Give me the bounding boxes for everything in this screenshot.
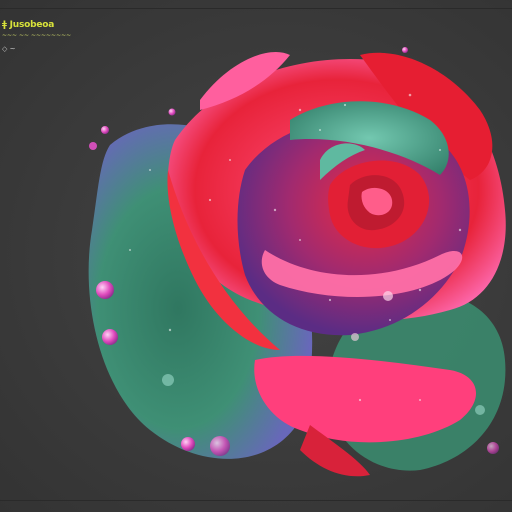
droplet (101, 126, 109, 134)
rose-image (88, 47, 506, 477)
overlay-icons: ◇ ~ (2, 45, 16, 53)
droplet (89, 142, 97, 150)
droplet (162, 374, 174, 386)
image-viewport: ǂ Jusobeoa ~~~ ~~ ~~~~~~~~ ◇ ~ (0, 0, 512, 512)
overlay-subtitle: ~~~ ~~ ~~~~~~~~ (2, 32, 72, 39)
droplet (383, 291, 393, 301)
droplet (96, 281, 114, 299)
droplet (181, 437, 195, 451)
droplet (168, 108, 176, 116)
droplet (402, 47, 408, 53)
droplet (487, 442, 499, 454)
droplet (210, 436, 230, 456)
overlay-title: ǂ Jusobeoa (2, 20, 55, 30)
droplet (102, 329, 118, 345)
droplet (475, 405, 485, 415)
droplet (351, 333, 359, 341)
